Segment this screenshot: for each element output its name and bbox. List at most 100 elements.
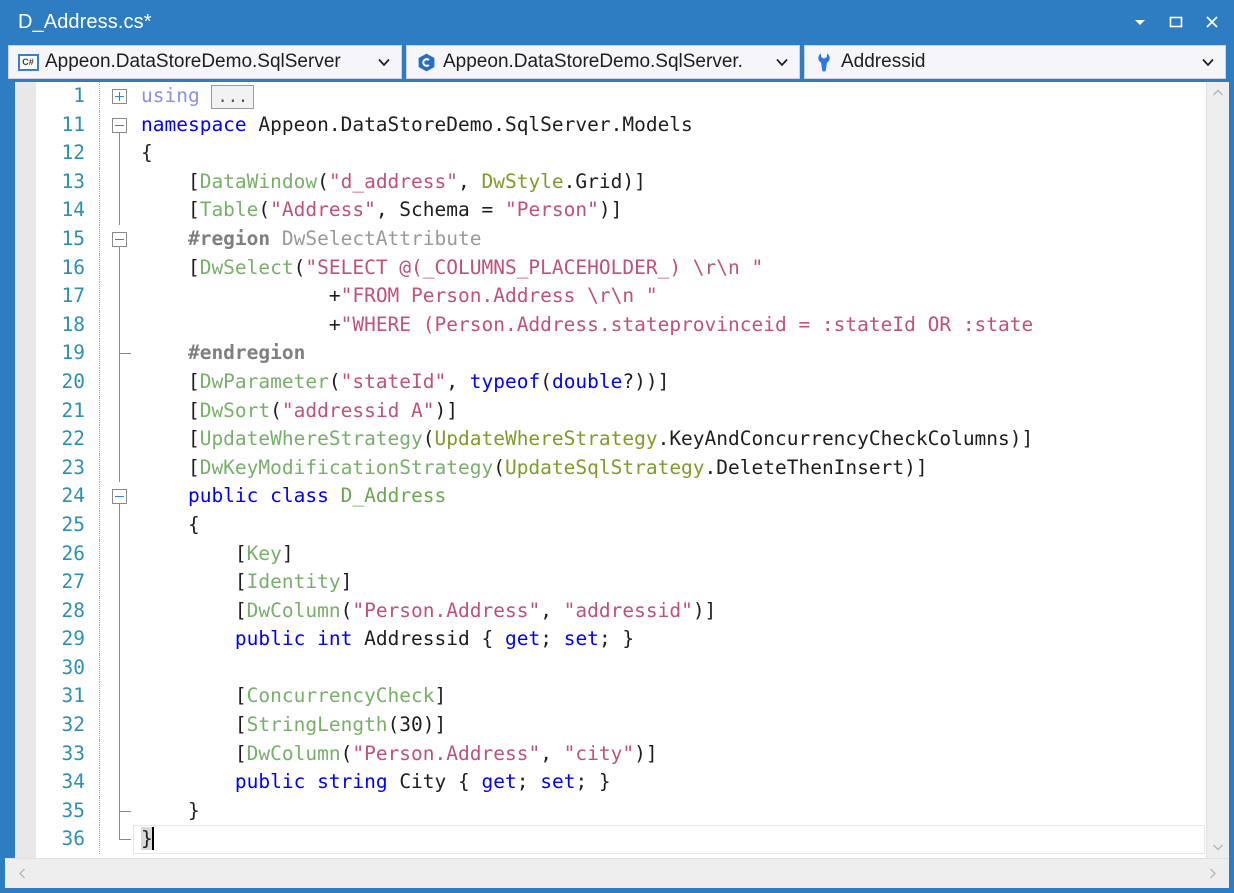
fold-collapse-icon[interactable] bbox=[112, 489, 127, 505]
fold-margin-cell[interactable] bbox=[99, 110, 141, 140]
fold-margin-cell[interactable] bbox=[99, 253, 141, 283]
line-number: 21 bbox=[61, 398, 85, 422]
code-line[interactable]: 36} bbox=[37, 825, 1206, 855]
code-token: "stateId" bbox=[340, 369, 447, 393]
code-token: [ bbox=[141, 713, 247, 737]
fold-margin-cell[interactable] bbox=[99, 167, 141, 197]
fold-margin-cell[interactable] bbox=[99, 711, 141, 740]
fold-margin-cell[interactable] bbox=[99, 653, 141, 683]
collapsed-region-ellipsis[interactable]: ... bbox=[211, 84, 255, 109]
fold-guide-line bbox=[119, 768, 120, 797]
code-line[interactable]: 32 [StringLength(30)] bbox=[37, 711, 1206, 740]
code-line[interactable]: 30 bbox=[37, 653, 1206, 683]
line-number: 11 bbox=[61, 112, 85, 136]
code-line[interactable]: 14 [Table("Address", Schema = "Person")] bbox=[37, 196, 1206, 225]
code-line[interactable]: 23 [DwKeyModificationStrategy(UpdateSqlS… bbox=[37, 453, 1206, 483]
code-line[interactable]: 19 #endregion bbox=[37, 339, 1206, 368]
code-token: [ bbox=[141, 684, 247, 708]
code-line[interactable]: 31 [ConcurrencyCheck] bbox=[37, 682, 1206, 712]
fold-margin-cell[interactable] bbox=[99, 396, 141, 426]
code-line[interactable]: 33 [DwColumn("Person.Address", "city")] bbox=[37, 739, 1206, 769]
fold-margin-cell[interactable] bbox=[99, 796, 141, 826]
fold-margin-cell[interactable] bbox=[99, 510, 141, 540]
code-line[interactable]: 25 { bbox=[37, 510, 1206, 540]
fold-margin-cell[interactable] bbox=[99, 196, 141, 225]
fold-margin-cell[interactable] bbox=[99, 682, 141, 712]
scroll-up-icon[interactable] bbox=[1207, 82, 1229, 104]
member-dropdown[interactable]: Addressid bbox=[804, 45, 1226, 79]
fold-margin-cell[interactable] bbox=[99, 568, 141, 597]
track-changes-indicator-strip bbox=[5, 82, 15, 858]
fold-margin-cell[interactable] bbox=[99, 539, 141, 569]
fold-margin-cell[interactable] bbox=[99, 282, 141, 311]
code-text-area[interactable]: 1 using ... 11 namespace Appeon.DataStoreDe… bbox=[37, 82, 1206, 858]
code-token: City { bbox=[387, 770, 482, 794]
selection-margin[interactable] bbox=[15, 82, 37, 858]
member-dropdown-label: Addressid bbox=[841, 51, 926, 72]
window-menu-chevron-icon[interactable] bbox=[1129, 11, 1151, 33]
code-line[interactable]: 1 using ... bbox=[37, 82, 1206, 111]
scroll-right-icon[interactable] bbox=[1203, 865, 1221, 883]
chevron-down-icon[interactable] bbox=[373, 51, 395, 73]
code-line[interactable]: 13 [DataWindow("d_address", DwStyle.Grid… bbox=[37, 167, 1206, 197]
scroll-left-icon[interactable] bbox=[13, 865, 31, 883]
text-caret bbox=[151, 827, 154, 851]
code-line[interactable]: 21 [DwSort("addressid A")] bbox=[37, 396, 1206, 426]
horizontal-scrollbar[interactable] bbox=[5, 858, 1229, 888]
code-token: #endregion bbox=[141, 341, 306, 365]
fold-margin-cell[interactable] bbox=[99, 625, 141, 654]
fold-margin-cell[interactable] bbox=[99, 310, 141, 340]
fold-expand-icon[interactable] bbox=[112, 89, 127, 104]
code-line[interactable]: 34 public string City { get; set; } bbox=[37, 768, 1206, 797]
code-token: ( bbox=[340, 741, 353, 765]
chevron-down-icon[interactable] bbox=[1197, 51, 1219, 73]
fold-margin-cell[interactable] bbox=[99, 453, 141, 483]
chevron-down-icon[interactable] bbox=[771, 51, 793, 73]
code-line[interactable]: 15 #region DwSelectAttribute bbox=[37, 224, 1206, 254]
vertical-scrollbar[interactable] bbox=[1206, 82, 1229, 858]
code-line[interactable]: 26 [Key] bbox=[37, 539, 1206, 569]
fold-margin-cell[interactable] bbox=[99, 596, 141, 626]
code-line[interactable]: 17 +"FROM Person.Address \r\n " bbox=[37, 282, 1206, 311]
fold-collapse-icon[interactable] bbox=[112, 117, 127, 133]
maximize-icon[interactable] bbox=[1165, 11, 1187, 33]
code-line[interactable]: 22 [UpdateWhereStrategy(UpdateWhereStrat… bbox=[37, 425, 1206, 454]
fold-margin-cell[interactable] bbox=[99, 482, 141, 512]
code-line[interactable]: 29 public int Addressid { get; set; } bbox=[37, 625, 1206, 654]
code-line-text: [DwSort("addressid A")] bbox=[141, 397, 1206, 426]
code-line[interactable]: 35 } bbox=[37, 796, 1206, 826]
code-token: + bbox=[141, 312, 341, 336]
code-token: get bbox=[504, 627, 541, 651]
code-line[interactable]: 24 public class D_Address bbox=[37, 482, 1206, 512]
type-dropdown[interactable]: Appeon.DataStoreDemo.SqlServer. bbox=[406, 45, 800, 79]
code-line[interactable]: 12 { bbox=[37, 139, 1206, 168]
fold-collapse-icon[interactable] bbox=[112, 231, 127, 247]
line-number: 16 bbox=[61, 255, 85, 279]
scroll-down-icon[interactable] bbox=[1207, 836, 1229, 858]
fold-margin-cell[interactable] bbox=[99, 425, 141, 454]
close-icon[interactable] bbox=[1201, 11, 1223, 33]
fold-margin-cell[interactable] bbox=[99, 768, 141, 797]
code-line[interactable]: 16 [DwSelect("SELECT @(_COLUMNS_PLACEHOL… bbox=[37, 253, 1206, 283]
code-token: #region bbox=[141, 226, 271, 250]
project-dropdown[interactable]: C# Appeon.DataStoreDemo.SqlServer bbox=[8, 45, 402, 79]
code-line[interactable]: 28 [DwColumn("Person.Address", "addressi… bbox=[37, 596, 1206, 626]
code-line[interactable]: 27 [Identity] bbox=[37, 568, 1206, 597]
fold-margin-cell[interactable] bbox=[99, 339, 141, 368]
line-number: 18 bbox=[61, 312, 85, 336]
fold-margin-cell[interactable] bbox=[99, 739, 141, 769]
code-line[interactable]: 18 +"WHERE (Person.Address.stateprovince… bbox=[37, 310, 1206, 340]
fold-margin-cell[interactable] bbox=[99, 82, 141, 111]
fold-margin-cell[interactable] bbox=[99, 367, 141, 397]
code-line[interactable]: 11 namespace Appeon.DataStoreDemo.SqlServ… bbox=[37, 110, 1206, 140]
code-line[interactable]: 20 [DwParameter("stateId", typeof(double… bbox=[37, 367, 1206, 397]
fold-margin-cell[interactable] bbox=[99, 825, 141, 855]
fold-margin-cell[interactable] bbox=[99, 224, 141, 254]
fold-guide-line bbox=[119, 425, 120, 454]
navigation-bar: C# Appeon.DataStoreDemo.SqlServer Appeon… bbox=[5, 44, 1229, 82]
code-token: )] bbox=[634, 741, 658, 765]
code-token: UpdateWhereStrategy bbox=[434, 427, 658, 451]
fold-margin-cell[interactable] bbox=[99, 139, 141, 168]
code-line-text: #region DwSelectAttribute bbox=[141, 225, 1206, 254]
